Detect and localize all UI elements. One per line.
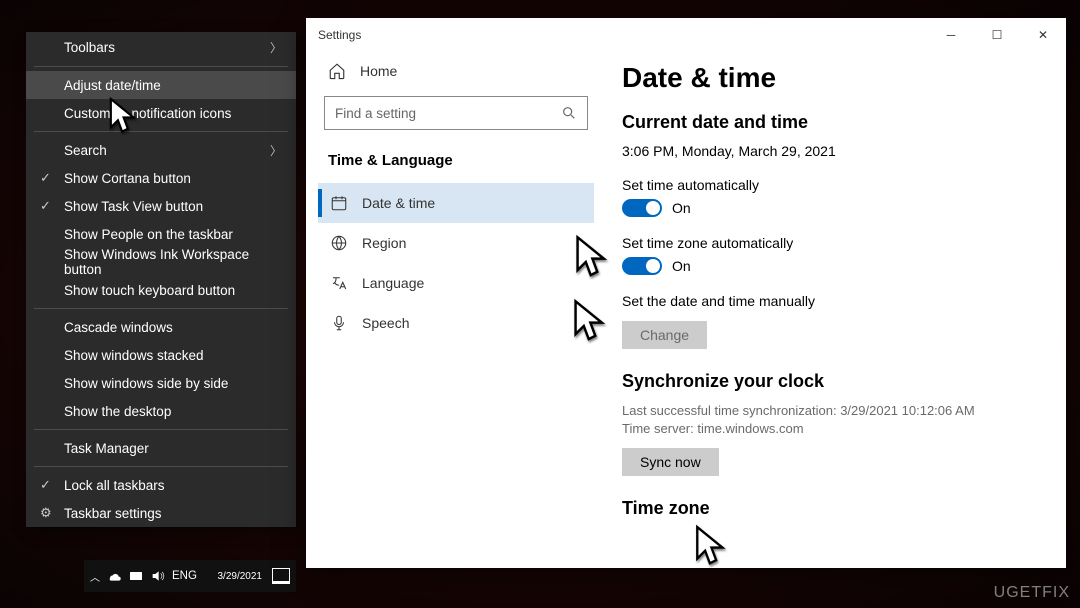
menu-label: Toolbars [64, 40, 115, 55]
volume-icon[interactable] [150, 568, 166, 584]
menu-label: Show windows side by side [64, 376, 228, 391]
close-button[interactable]: ✕ [1020, 18, 1066, 52]
menu-label: Show Windows Ink Workspace button [64, 247, 282, 277]
toggle-state: On [672, 258, 691, 274]
menu-label: Adjust date/time [64, 78, 161, 93]
nav-label: Language [362, 275, 424, 291]
separator [34, 466, 288, 467]
search-icon [561, 105, 577, 121]
settings-sidebar: Home Find a setting Time & Language Date… [306, 52, 606, 568]
separator [34, 308, 288, 309]
menu-label: Show Task View button [64, 199, 203, 214]
menu-search[interactable]: Search 〉 [26, 136, 296, 164]
nav-speech[interactable]: Speech [318, 303, 594, 343]
menu-task-manager[interactable]: Task Manager [26, 434, 296, 462]
search-input[interactable]: Find a setting [324, 96, 588, 130]
tray-date: 3/29/2021 [218, 571, 263, 582]
network-icon[interactable] [128, 568, 144, 584]
manual-heading: Set the date and time manually [622, 293, 1050, 309]
separator [34, 66, 288, 67]
current-heading: Current date and time [622, 112, 1050, 133]
set-time-auto-toggle[interactable] [622, 199, 662, 217]
menu-show-cortana[interactable]: Show Cortana button [26, 164, 296, 192]
timezone-heading: Time zone [622, 498, 1050, 519]
menu-lock-taskbars[interactable]: Lock all taskbars [26, 471, 296, 499]
menu-label: Show the desktop [64, 404, 171, 419]
globe-icon [330, 234, 348, 252]
menu-side-by-side[interactable]: Show windows side by side [26, 369, 296, 397]
menu-customize-icons[interactable]: Customize notification icons [26, 99, 296, 127]
system-tray: ︿ ENG 3/29/2021 [84, 560, 296, 592]
menu-label: Cascade windows [64, 320, 173, 335]
taskbar-context-menu: Toolbars 〉 Adjust date/time Customize no… [26, 32, 296, 527]
menu-label: Show windows stacked [64, 348, 204, 363]
chevron-right-icon: 〉 [270, 142, 282, 159]
minimize-button[interactable]: ─ [928, 18, 974, 52]
nav-home[interactable]: Home [318, 52, 594, 90]
menu-label: Taskbar settings [64, 506, 162, 521]
menu-show-ink[interactable]: Show Windows Ink Workspace button [26, 248, 296, 276]
menu-show-people[interactable]: Show People on the taskbar [26, 220, 296, 248]
language-icon [330, 274, 348, 292]
toggle-state: On [672, 200, 691, 216]
nav-language[interactable]: Language [318, 263, 594, 303]
separator [34, 429, 288, 430]
tray-language[interactable]: ENG [172, 570, 197, 582]
nav-date-time[interactable]: Date & time [318, 183, 594, 223]
menu-label: Task Manager [64, 441, 149, 456]
menu-label: Customize notification icons [64, 106, 231, 121]
menu-stacked[interactable]: Show windows stacked [26, 341, 296, 369]
chevron-up-icon[interactable]: ︿ [90, 569, 100, 584]
menu-show-desktop[interactable]: Show the desktop [26, 397, 296, 425]
settings-main: Date & time Current date and time 3:06 P… [606, 52, 1066, 568]
menu-label: Lock all taskbars [64, 478, 165, 493]
nav-label: Home [360, 63, 397, 79]
sync-now-button[interactable]: Sync now [622, 448, 719, 476]
search-placeholder: Find a setting [335, 106, 416, 121]
notifications-icon[interactable] [272, 568, 290, 584]
nav-label: Speech [362, 315, 409, 331]
current-datetime: 3:06 PM, Monday, March 29, 2021 [622, 143, 1050, 159]
microphone-icon [330, 314, 348, 332]
chevron-right-icon: 〉 [270, 39, 282, 56]
menu-show-touch-keyboard[interactable]: Show touch keyboard button [26, 276, 296, 304]
sync-server: Time server: time.windows.com [622, 420, 1050, 438]
watermark: UGETFIX [994, 584, 1070, 602]
menu-toolbars[interactable]: Toolbars 〉 [26, 32, 296, 62]
menu-adjust-date-time[interactable]: Adjust date/time [26, 71, 296, 99]
nav-label: Date & time [362, 195, 435, 211]
separator [34, 131, 288, 132]
menu-cascade[interactable]: Cascade windows [26, 313, 296, 341]
titlebar: Settings ─ ☐ ✕ [306, 18, 1066, 52]
nav-region[interactable]: Region [318, 223, 594, 263]
tray-clock[interactable]: 3/29/2021 [218, 571, 263, 582]
menu-show-task-view[interactable]: Show Task View button [26, 192, 296, 220]
section-heading: Time & Language [318, 144, 594, 183]
maximize-button[interactable]: ☐ [974, 18, 1020, 52]
menu-label: Show People on the taskbar [64, 227, 233, 242]
menu-taskbar-settings[interactable]: Taskbar settings [26, 499, 296, 527]
menu-label: Show Cortana button [64, 171, 191, 186]
settings-window: Settings ─ ☐ ✕ Home Find a setting Time … [306, 18, 1066, 568]
calendar-clock-icon [330, 194, 348, 212]
sync-last: Last successful time synchronization: 3/… [622, 402, 1050, 420]
nav-label: Region [362, 235, 406, 251]
change-button[interactable]: Change [622, 321, 707, 349]
home-icon [328, 62, 346, 80]
menu-label: Show touch keyboard button [64, 283, 235, 298]
sync-heading: Synchronize your clock [622, 371, 1050, 392]
set-time-auto-label: Set time automatically [622, 177, 1050, 193]
set-tz-auto-label: Set time zone automatically [622, 235, 1050, 251]
set-tz-auto-toggle[interactable] [622, 257, 662, 275]
page-title: Date & time [622, 62, 1050, 94]
onedrive-icon[interactable] [106, 568, 122, 584]
menu-label: Search [64, 143, 107, 158]
window-title: Settings [318, 28, 361, 42]
